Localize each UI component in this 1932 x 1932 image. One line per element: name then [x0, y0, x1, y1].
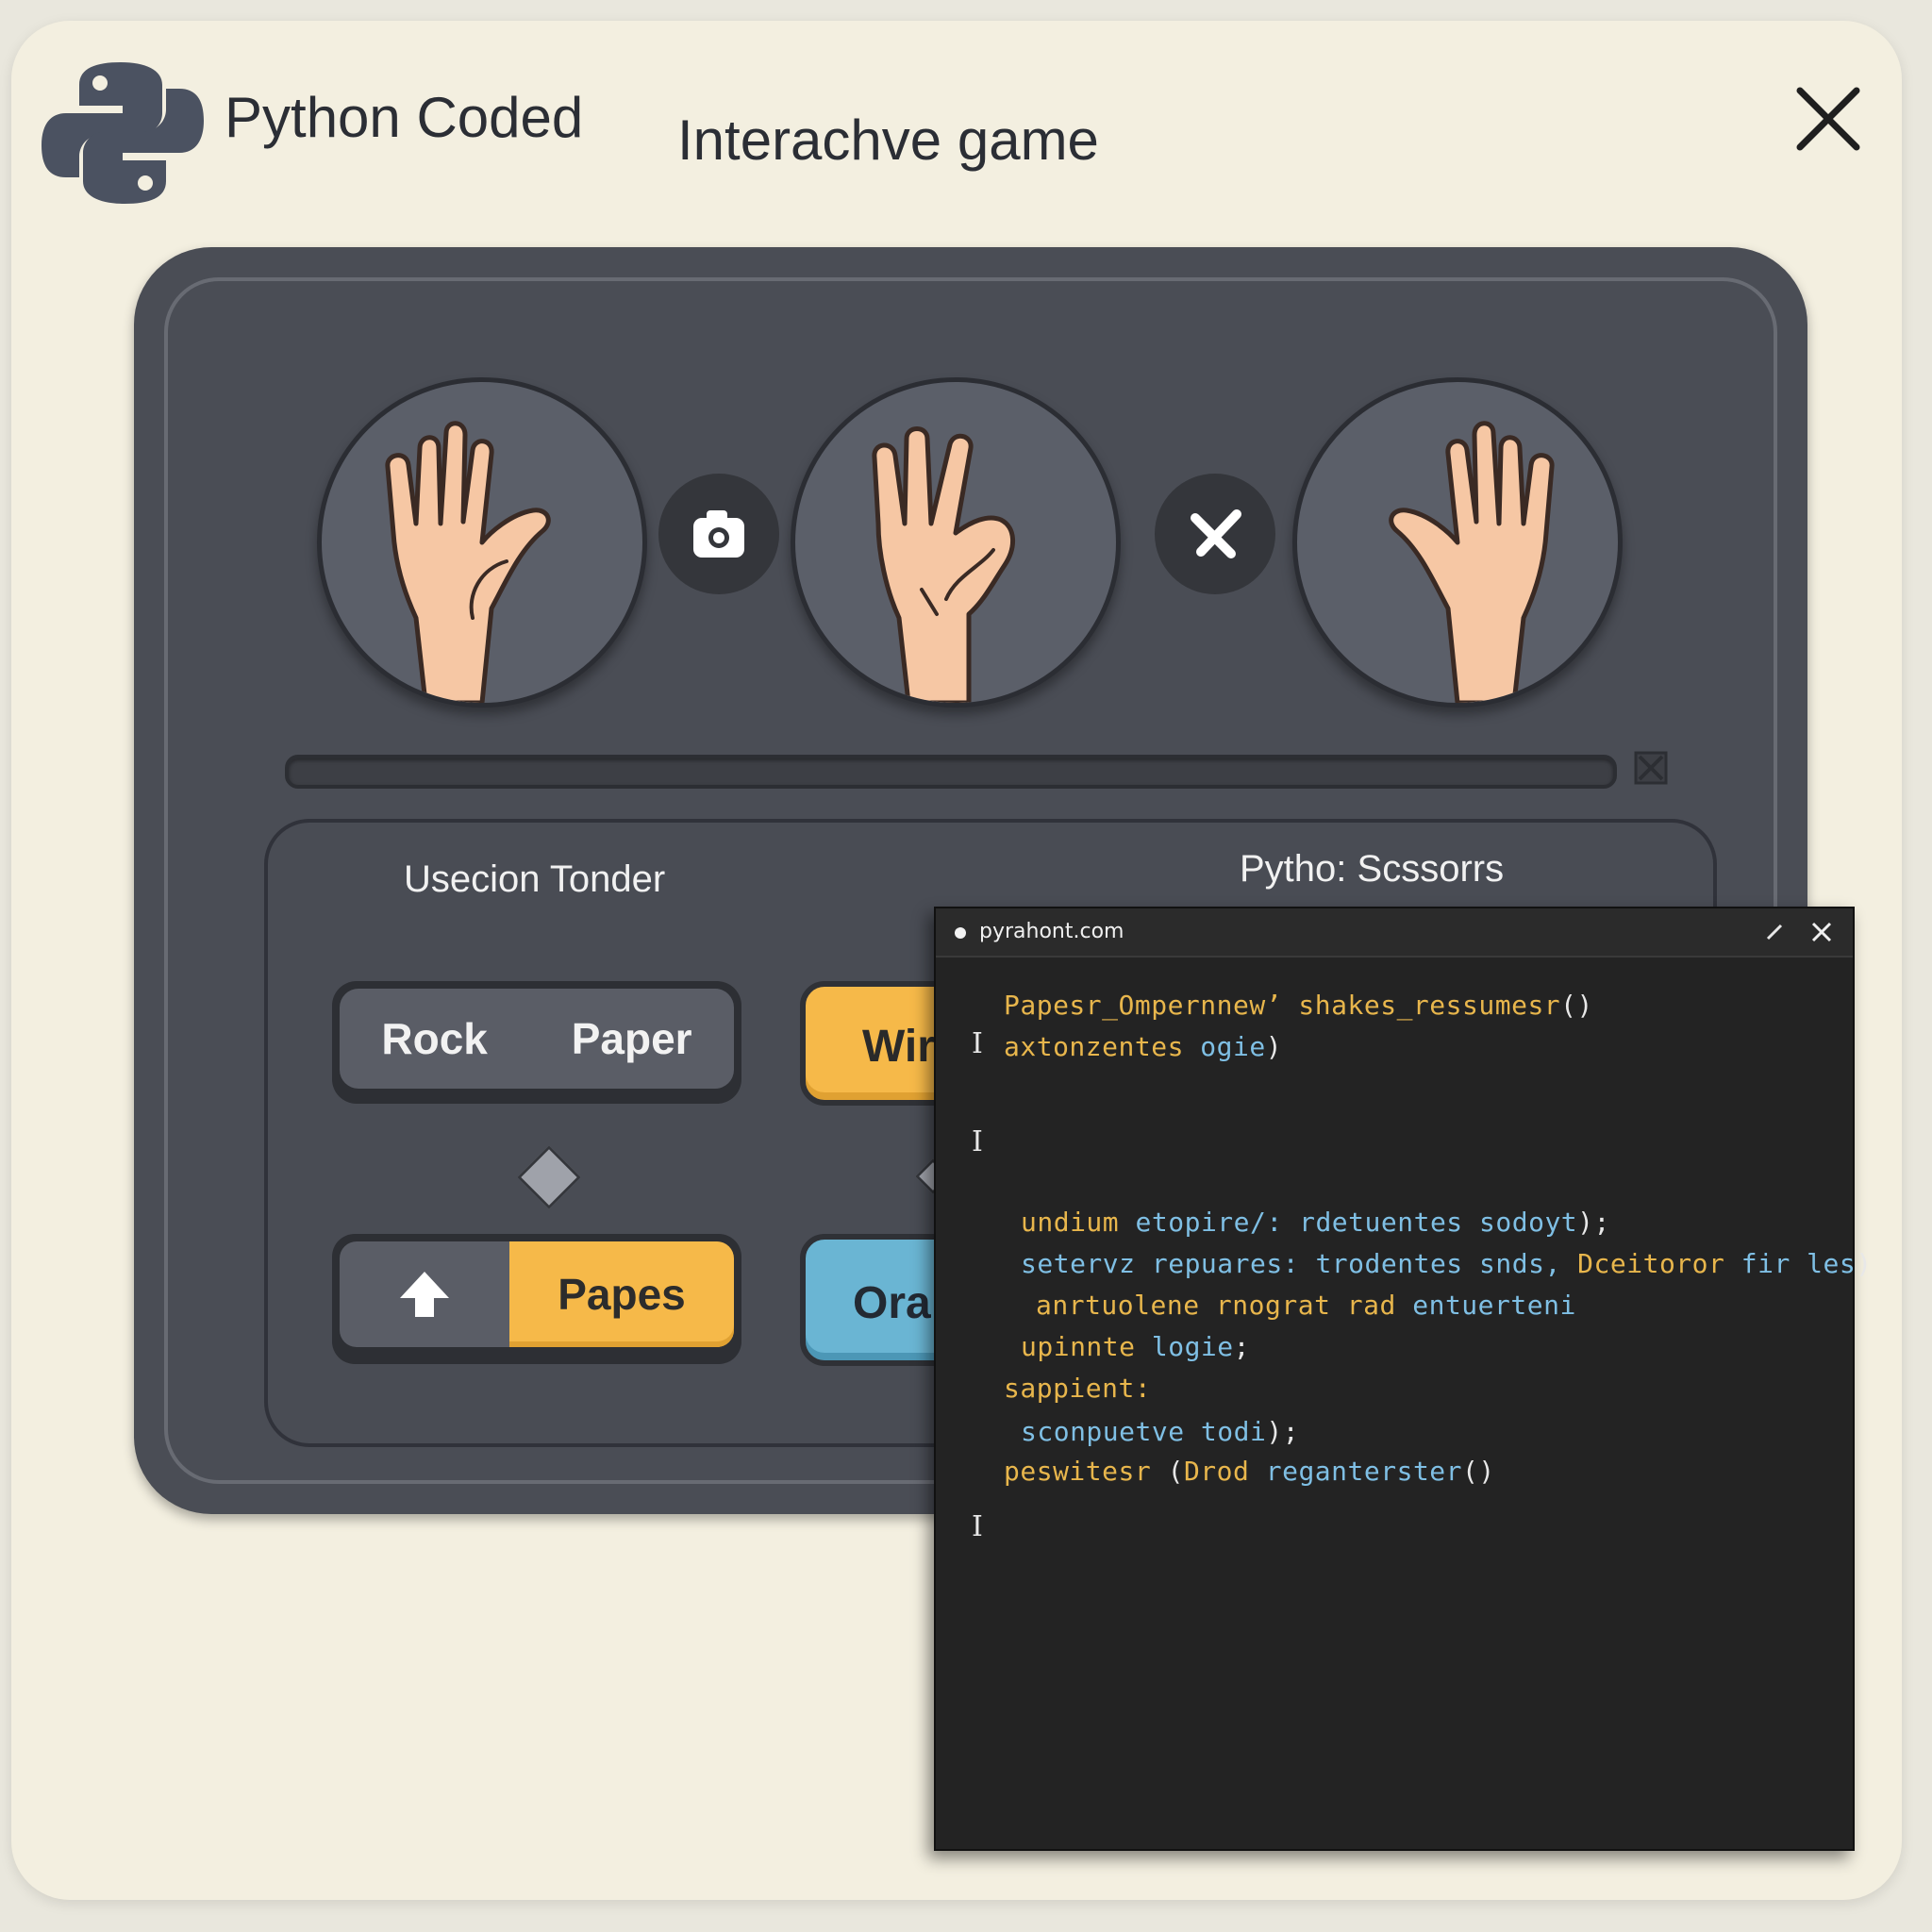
code-token: trodentes snds, — [1315, 1248, 1578, 1279]
papes-button[interactable]: Papes — [509, 1241, 734, 1347]
code-token: logie — [1151, 1331, 1234, 1362]
code-token: setervz repuares: — [1021, 1248, 1316, 1279]
open-palm-icon — [385, 421, 551, 703]
pencil-icon[interactable] — [1764, 922, 1785, 942]
paper-button[interactable]: Paper — [562, 1013, 702, 1064]
status-dot-icon — [955, 927, 966, 939]
code-token: ) — [1265, 1031, 1283, 1062]
app-title: Python Coded — [225, 86, 584, 149]
code-token: ); — [1577, 1207, 1610, 1238]
papes-combo-button: Papes — [332, 1234, 741, 1364]
rock-button[interactable]: Rock — [372, 1013, 496, 1064]
round-progress-bar — [285, 755, 1617, 789]
code-line: Papesr_Ompernnew’ shakes_ressumesr() — [1004, 990, 1593, 1021]
app-window: Python Coded Interachve game Usecion Ton… — [11, 21, 1902, 1900]
code-line: anrtuolene rnograt rad entuerteni — [1036, 1290, 1576, 1321]
text-cursor-icon: I — [972, 1125, 983, 1158]
code-titlebar: pyrahont.com — [936, 908, 1853, 958]
camera-icon — [693, 510, 744, 558]
code-token: Dceitoror — [1577, 1248, 1741, 1279]
player-hand-open-palm[interactable] — [317, 377, 647, 708]
up-arrow-button[interactable] — [340, 1241, 509, 1347]
code-line: upinnte logie; — [1021, 1331, 1250, 1362]
player-hand-pinch[interactable] — [791, 377, 1121, 708]
close-icon[interactable] — [1792, 83, 1864, 155]
code-token: reganterster — [1265, 1456, 1463, 1487]
python-logo-icon — [42, 62, 204, 204]
code-token: ) — [1856, 1248, 1873, 1279]
code-token: sappient: — [1004, 1373, 1152, 1404]
code-line: sappient: — [1004, 1373, 1151, 1404]
code-token: ( — [1167, 1456, 1184, 1487]
code-line: axtonzentes ogie) — [1004, 1031, 1282, 1062]
code-line: peswitesr (Drod reganterster() — [1004, 1456, 1495, 1487]
code-token: Papesr_Ompernnew’ shakes_ressumesr — [1004, 990, 1561, 1021]
code-token: upinnte — [1021, 1331, 1152, 1362]
open-palm-right-icon — [1389, 421, 1555, 703]
code-token: anrtuolene rnograt rad — [1036, 1290, 1413, 1321]
player-hand-open-palm-right[interactable] — [1292, 377, 1623, 708]
code-line: undium etopire/: rdetuentes sodoyt); — [1021, 1207, 1610, 1238]
code-token: ogie — [1200, 1031, 1266, 1062]
camera-badge — [658, 474, 779, 594]
code-token: () — [1462, 1456, 1495, 1487]
code-editor-window: pyrahont.com Papesr_Ompernnew’ shakes_re… — [934, 907, 1872, 1851]
code-token: ; — [1233, 1331, 1251, 1362]
pinch-hand-icon — [872, 426, 1015, 703]
app-subtitle: Interachve game — [677, 108, 1099, 172]
code-token: undium — [1021, 1207, 1136, 1238]
controls-left-title: Usecion Tonder — [404, 858, 666, 900]
ora-button-label: Ora — [853, 1278, 931, 1328]
code-token: fir les — [1740, 1248, 1857, 1279]
code-line: setervz repuares: trodentes snds, Dceito… — [1021, 1248, 1873, 1279]
crossed-badge — [1155, 474, 1275, 594]
code-token: ); — [1266, 1416, 1300, 1447]
controls-right-title: Pytho: Scssorrs — [1240, 848, 1505, 890]
text-cursor-icon: I — [972, 1027, 983, 1060]
win-button-label: Wir — [862, 1022, 935, 1072]
code-token: axtonzentes — [1004, 1031, 1201, 1062]
crossed-swords-icon — [1191, 509, 1241, 558]
text-cursor-icon: I — [972, 1510, 983, 1543]
code-line: sconpuetve todi); — [1021, 1416, 1299, 1447]
up-arrow-icon — [400, 1272, 449, 1317]
code-token: entuerteni — [1412, 1290, 1576, 1321]
code-token: etopire/: rdetuentes sodoyt — [1135, 1207, 1578, 1238]
rock-paper-toggle: Rock Paper — [332, 981, 741, 1104]
rock-paper-toggle-inner: Rock Paper — [340, 989, 734, 1089]
code-close-icon[interactable] — [1809, 920, 1834, 944]
code-token: sconpuetve todi — [1021, 1416, 1267, 1447]
code-token: Drod — [1183, 1456, 1266, 1487]
code-url: pyrahont.com — [979, 920, 1124, 943]
progress-close-icon[interactable] — [1634, 751, 1668, 785]
code-token: () — [1560, 990, 1593, 1021]
code-token: peswitesr — [1004, 1456, 1168, 1487]
